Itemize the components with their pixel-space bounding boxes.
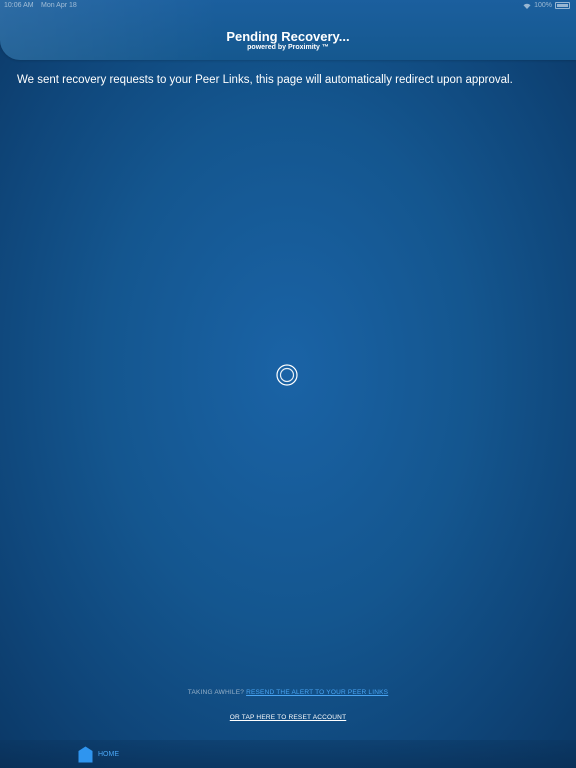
- status-right: 100%: [523, 2, 570, 9]
- status-date: Mon Apr 18: [41, 2, 77, 9]
- page-title: Pending Recovery...: [226, 29, 350, 44]
- reset-account-link[interactable]: OR TAP HERE TO RESET ACCOUNT: [0, 714, 576, 721]
- recovery-message: We sent recovery requests to your Peer L…: [17, 74, 513, 86]
- resend-alert-link[interactable]: RESEND THE ALERT TO YOUR PEER LINKS: [246, 689, 388, 696]
- taking-awhile-row: TAKING AWHILE? RESEND THE ALERT TO YOUR …: [0, 689, 576, 696]
- battery-icon: [555, 2, 570, 9]
- wifi-icon: [523, 3, 531, 9]
- home-icon: [78, 746, 93, 762]
- taking-awhile-text: TAKING AWHILE?: [187, 689, 245, 696]
- home-tab-label: HOME: [98, 750, 119, 758]
- status-time: 10:06 AM: [4, 2, 34, 9]
- page-subtitle: powered by Proximity ™: [247, 44, 329, 51]
- loading-spinner-icon: [276, 364, 298, 386]
- home-tab[interactable]: HOME: [78, 745, 119, 763]
- battery-percent: 100%: [534, 2, 552, 9]
- status-bar: 10:06 AM Mon Apr 18 100%: [0, 0, 576, 11]
